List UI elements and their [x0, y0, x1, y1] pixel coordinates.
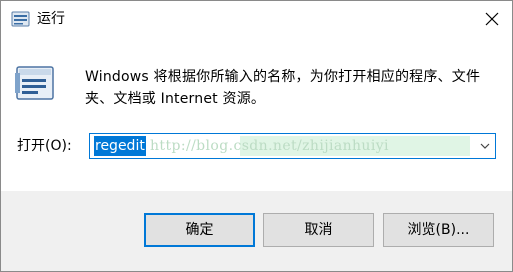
- open-input-value[interactable]: regedit: [94, 136, 146, 156]
- browse-button[interactable]: 浏览(B)...: [383, 213, 494, 247]
- open-field-label: 打开(O):: [17, 138, 72, 154]
- open-combobox[interactable]: http://blog.csdn.net/zhijianhuiyi regedi…: [89, 133, 496, 159]
- button-bar: 确定 取消 浏览(B)...: [1, 191, 512, 271]
- watermark-text: http://blog.csdn.net/zhijianhuiyi: [150, 138, 389, 154]
- window-title: 运行: [37, 11, 65, 27]
- ok-button[interactable]: 确定: [144, 213, 255, 247]
- close-icon: [485, 12, 499, 26]
- close-button[interactable]: [472, 1, 512, 37]
- dropdown-button[interactable]: [475, 134, 495, 158]
- cancel-button[interactable]: 取消: [263, 213, 374, 247]
- chevron-down-icon: [480, 143, 490, 149]
- run-app-icon: [11, 10, 31, 28]
- run-dialog: 运行 Windows 将根据你所输入的名称，为你打开相应的程序、文件夹、文档或 …: [0, 0, 513, 272]
- dialog-description: Windows 将根据你所输入的名称，为你打开相应的程序、文件夹、文档或 Int…: [85, 69, 481, 107]
- run-dialog-large-icon: [15, 63, 57, 103]
- title-bar: 运行: [1, 1, 512, 39]
